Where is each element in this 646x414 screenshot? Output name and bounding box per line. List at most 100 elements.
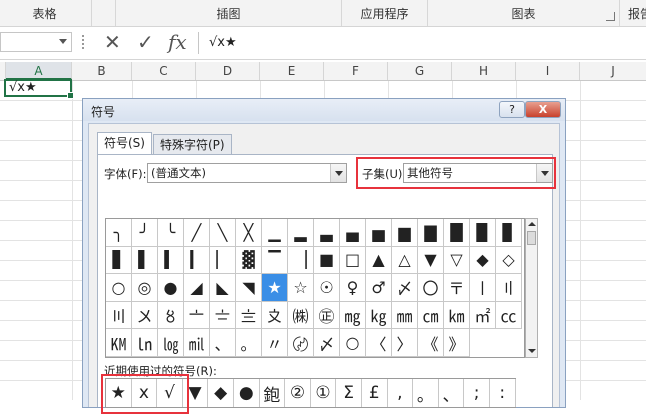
symbol-cell[interactable]: ╰ bbox=[158, 219, 184, 247]
symbol-cell[interactable]: ◆ bbox=[470, 246, 496, 275]
cell-a1[interactable]: √x★ bbox=[4, 79, 74, 99]
symbol-cell[interactable]: ㏄ bbox=[496, 301, 522, 330]
recent-symbol-cell[interactable]: ① bbox=[311, 379, 337, 407]
symbol-cell[interactable]: ╮ bbox=[106, 219, 132, 247]
symbol-cell[interactable]: 〧 bbox=[210, 301, 236, 330]
column-header-i[interactable]: I bbox=[516, 62, 580, 80]
recent-symbol-cell[interactable]: ② bbox=[285, 379, 311, 407]
symbol-cell[interactable]: ╲ bbox=[210, 219, 236, 247]
column-header-g[interactable]: G bbox=[388, 62, 452, 80]
symbol-cell[interactable]: ㎜ bbox=[392, 301, 418, 330]
recent-symbol-cell[interactable]: ● bbox=[234, 379, 260, 407]
symbol-cell[interactable]: 〄 bbox=[288, 329, 314, 357]
symbol-cell[interactable]: 、 bbox=[210, 329, 236, 357]
symbol-cell[interactable]: ● bbox=[158, 274, 184, 302]
symbol-cell[interactable]: ◇ bbox=[496, 246, 522, 275]
close-button[interactable]: X bbox=[525, 101, 561, 118]
insert-function-icon[interactable]: fx bbox=[168, 30, 187, 54]
symbol-cell[interactable]: ▕ bbox=[288, 246, 314, 275]
symbol-cell[interactable]: ○ bbox=[106, 274, 132, 302]
symbol-cell[interactable]: ▲ bbox=[366, 246, 392, 275]
recent-symbol-cell[interactable]: 。 bbox=[413, 379, 439, 407]
symbol-cell[interactable]: 〉 bbox=[392, 329, 418, 357]
symbol-cell[interactable]: ▍ bbox=[158, 246, 184, 275]
symbol-cell[interactable]: ▁ bbox=[262, 219, 288, 247]
symbol-cell[interactable]: ◎ bbox=[132, 274, 158, 302]
symbol-cell[interactable]: 〩 bbox=[262, 301, 288, 330]
symbol-cell[interactable]: 〇 bbox=[418, 274, 444, 302]
symbol-cell[interactable]: 〦 bbox=[184, 301, 210, 330]
recent-symbol-cell[interactable]: £ bbox=[362, 379, 388, 407]
symbol-cell[interactable]: △ bbox=[392, 246, 418, 275]
symbol-cell[interactable]: ㏒ bbox=[158, 329, 184, 357]
symbol-cell[interactable]: ▅ bbox=[366, 219, 392, 247]
symbol-cell[interactable]: ㈱ bbox=[288, 301, 314, 330]
cancel-icon[interactable]: ✕ bbox=[104, 30, 121, 54]
symbol-cell[interactable]: ㎏ bbox=[366, 301, 392, 330]
symbol-cell[interactable]: ▊ bbox=[496, 219, 522, 247]
symbol-cell[interactable]: 〈 bbox=[366, 329, 392, 357]
symbol-cell[interactable]: ○ bbox=[340, 329, 366, 357]
symbol-cell[interactable]: ♀ bbox=[340, 274, 366, 302]
recent-symbol-cell[interactable]: ◆ bbox=[208, 379, 234, 407]
symbol-cell[interactable]: ▂ bbox=[288, 219, 314, 247]
recent-symbol-cell[interactable]: : bbox=[490, 379, 516, 407]
symbol-cell[interactable]: ☆ bbox=[288, 274, 314, 302]
symbol-cell[interactable]: ㏎ bbox=[106, 329, 132, 357]
symbol-cell[interactable]: 〣 bbox=[106, 301, 132, 330]
symbol-cell[interactable]: ▆ bbox=[392, 219, 418, 247]
recent-symbol-cell[interactable]: 、 bbox=[439, 379, 465, 407]
scroll-down-icon[interactable] bbox=[528, 349, 536, 353]
chevron-down-icon[interactable] bbox=[330, 164, 346, 182]
symbol-cell[interactable]: ▎ bbox=[184, 246, 210, 275]
symbol-cell[interactable]: ▃ bbox=[314, 219, 340, 247]
symbol-cell[interactable]: ▄ bbox=[340, 219, 366, 247]
formula-input[interactable]: √x★ bbox=[198, 32, 646, 54]
symbol-grid-scrollbar[interactable] bbox=[525, 218, 538, 358]
symbol-cell[interactable]: ▽ bbox=[444, 246, 470, 275]
symbol-cell[interactable]: ■ bbox=[314, 246, 340, 275]
recent-symbol-cell[interactable]: 鉋 bbox=[260, 379, 286, 407]
symbol-grid[interactable]: ╮ ╯ ╰ ╱ ╲ ╳ ▁ ▂ ▃ ▄ ▅ ▆ ▇ █ ▉ ▊ ▋ ▌ ▍ ▎ ▏ ▓ ▔ ▕ ■ □ ▲ △ ▼ ▽ ◆ ◇ ○ ◎ ● ◢ ◣ ◥ ★ ☆… bbox=[105, 218, 525, 358]
symbol-cell[interactable]: ★ bbox=[262, 274, 288, 302]
symbol-cell[interactable]: 〆 bbox=[314, 329, 340, 357]
symbol-cell[interactable]: 〒 bbox=[444, 274, 470, 302]
column-header-h[interactable]: H bbox=[452, 62, 516, 80]
symbol-cell[interactable]: ☉ bbox=[314, 274, 340, 302]
scroll-thumb[interactable] bbox=[527, 231, 536, 245]
symbol-cell[interactable]: ▓ bbox=[236, 246, 262, 275]
column-header-e[interactable]: E bbox=[260, 62, 324, 80]
symbol-cell[interactable]: 《 bbox=[418, 329, 444, 357]
symbol-cell[interactable]: ▔ bbox=[262, 246, 288, 275]
recent-symbol-cell[interactable]: ; bbox=[464, 379, 490, 407]
symbol-cell[interactable]: 》 bbox=[444, 329, 470, 357]
scroll-up-icon[interactable] bbox=[528, 222, 536, 226]
tab-symbols[interactable]: 符号(S) bbox=[97, 132, 152, 156]
symbol-cell[interactable]: □ bbox=[340, 246, 366, 275]
symbol-cell[interactable]: 。 bbox=[236, 329, 262, 357]
font-select[interactable]: (普通文本) bbox=[147, 163, 347, 183]
symbol-cell[interactable]: ◥ bbox=[236, 274, 262, 302]
symbol-cell[interactable]: 〨 bbox=[236, 301, 262, 330]
symbol-cell[interactable]: █ bbox=[444, 219, 470, 247]
symbol-cell[interactable]: ㎡ bbox=[470, 301, 496, 330]
symbol-cell[interactable]: ㏕ bbox=[184, 329, 210, 357]
symbol-cell[interactable]: 〤 bbox=[132, 301, 158, 330]
symbol-cell[interactable]: ▋ bbox=[106, 246, 132, 275]
symbol-cell[interactable]: ▇ bbox=[418, 219, 444, 247]
fill-handle[interactable] bbox=[67, 92, 74, 99]
symbol-cell[interactable]: ㏑ bbox=[132, 329, 158, 357]
symbol-cell[interactable]: 〢 bbox=[496, 274, 522, 302]
symbol-cell[interactable]: ╳ bbox=[236, 219, 262, 247]
column-header-d[interactable]: D bbox=[196, 62, 260, 80]
recent-symbol-cell[interactable]: , bbox=[388, 379, 414, 407]
symbol-cell[interactable]: ╯ bbox=[132, 219, 158, 247]
help-button[interactable]: ? bbox=[499, 101, 525, 118]
column-header-j[interactable]: J bbox=[580, 62, 646, 80]
column-header-c[interactable]: C bbox=[132, 62, 196, 80]
chevron-down-icon[interactable] bbox=[59, 39, 67, 44]
column-header-f[interactable]: F bbox=[324, 62, 388, 80]
symbol-cell[interactable]: 〥 bbox=[158, 301, 184, 330]
symbol-cell[interactable]: ◣ bbox=[210, 274, 236, 302]
dialog-launcher-icon[interactable] bbox=[606, 12, 615, 21]
